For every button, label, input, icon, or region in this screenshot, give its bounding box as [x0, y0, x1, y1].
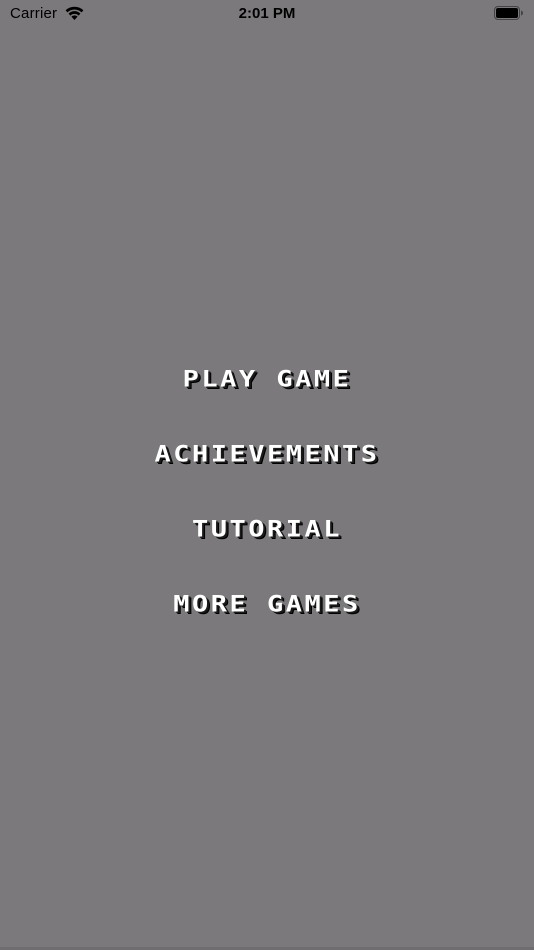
achievements-label: ACHIEVEMENTS	[154, 441, 380, 468]
more-games-label: MORE GAMES	[173, 591, 361, 618]
status-time: 2:01 PM	[238, 5, 296, 22]
play-game-label: PLAY GAME	[182, 366, 352, 393]
play-game-button[interactable]: PLAY GAME	[0, 356, 534, 431]
tutorial-button[interactable]: TUTORIAL	[0, 506, 534, 581]
more-games-button[interactable]: MORE GAMES	[0, 581, 534, 656]
main-menu: PLAY GAME ACHIEVEMENTS TUTORIAL MORE GAM…	[0, 356, 534, 656]
battery-icon	[494, 6, 524, 21]
status-bar: Carrier 2:01 PM	[0, 0, 534, 30]
tutorial-label: TUTORIAL	[191, 516, 343, 543]
achievements-button[interactable]: ACHIEVEMENTS	[0, 431, 534, 506]
